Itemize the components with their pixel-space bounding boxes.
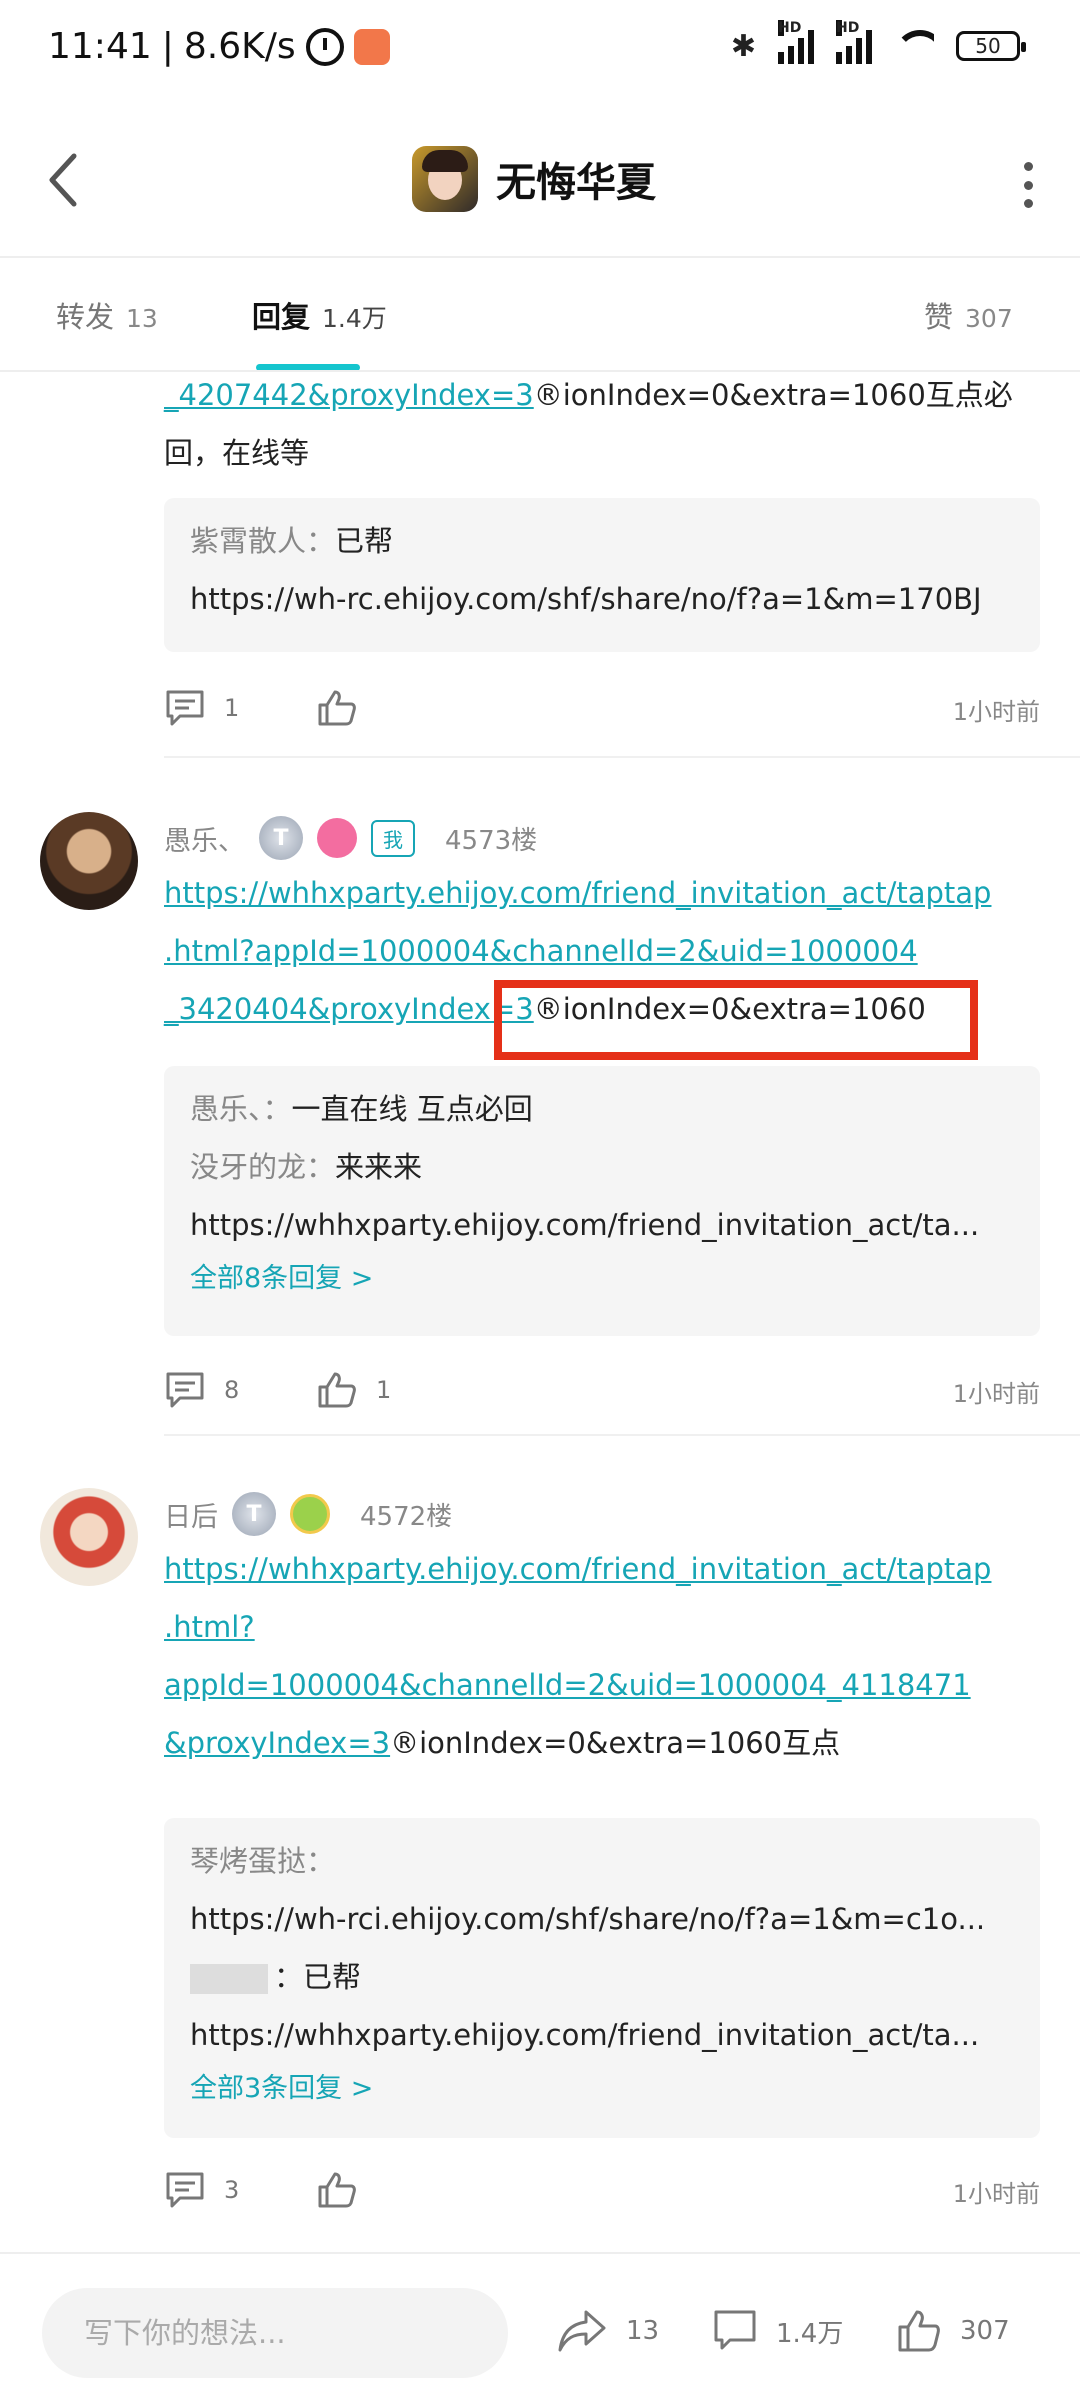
share-button[interactable]: 13 (556, 2308, 659, 2354)
wifi-icon (894, 30, 934, 62)
reply-actions: 1 1小时前 (164, 678, 1040, 738)
comment-icon (166, 2172, 204, 2208)
game-logo-icon (412, 146, 478, 212)
sub-replies-box[interactable]: 愚乐、：一直在线 互点必回 没牙的龙：来来来 https://whhxparty… (164, 1066, 1040, 1336)
like-action[interactable] (316, 688, 358, 728)
sub-replies-box[interactable]: 琴烤蛋挞： https://wh-rci.ehijoy.com/shf/shar… (164, 1818, 1040, 2138)
comments-button[interactable]: 1.4万 (712, 2308, 843, 2354)
view-all-replies-link[interactable]: 全部3条回复 > (190, 2064, 1014, 2114)
more-options-icon[interactable] (1022, 162, 1034, 208)
like-button[interactable]: 307 (896, 2308, 1010, 2354)
header-title-group[interactable]: 无悔华夏 (412, 146, 656, 212)
tab-likes[interactable]: 赞 307 (924, 294, 1013, 336)
app-header: 无悔华夏 (0, 120, 1080, 260)
app-notification-icon (353, 28, 390, 65)
level-badge-icon: T (232, 1492, 276, 1536)
sub-reply: 没牙的龙：来来来 (190, 1150, 423, 1184)
sub-reply: 琴烤蛋挞： (190, 1844, 336, 1878)
network-speed: 8.6K/s (183, 26, 296, 67)
reply-link[interactable]: .html?appId=1000004&channelId=2&uid=1000… (164, 1610, 971, 1702)
thumbs-up-icon (318, 1372, 356, 1408)
comment-action[interactable]: 8 (164, 1370, 239, 1410)
sub-reply: ：已帮 (190, 1948, 1014, 2006)
user-avatar[interactable] (40, 812, 138, 910)
reply-actions: 3 1小时前 (164, 2160, 1040, 2220)
reply-time: 1小时前 (952, 2180, 1040, 2208)
reply-meta: 愚乐、 T 我 4573楼 (164, 816, 537, 860)
status-time: 11:41 (48, 26, 152, 67)
user-avatar[interactable] (40, 1488, 138, 1586)
floor-number: 4572楼 (360, 1501, 453, 1532)
sub-reply: https://whhxparty.ehijoy.com/friend_invi… (190, 1208, 980, 1242)
battery-icon: 50 (956, 31, 1026, 61)
reply-content: _4207442&proxyIndex=3®ionIndex=0&extra=1… (164, 378, 1013, 470)
highlight-box (494, 980, 978, 1060)
status-bar: 11:41 | 8.6K/s ✱ HD HD 50 (0, 0, 1080, 100)
sub-reply: https://wh-rc.ehijoy.com/shf/share/no/f?… (190, 582, 982, 616)
comment-icon (714, 2310, 756, 2350)
reply-link[interactable]: _4207442&proxyIndex=3 (164, 378, 534, 412)
reply-separator (164, 756, 1080, 758)
reply-link[interactable]: https://whhxparty.ehijoy.com/friend_invi… (164, 1552, 991, 1586)
comment-icon (166, 690, 204, 726)
reply-link[interactable]: &proxyIndex=3 (164, 1726, 390, 1760)
like-action[interactable] (316, 2170, 358, 2210)
tab-bar: 转发 13 回复 1.4万 赞 307 (0, 258, 1080, 372)
status-right: ✱ HD HD 50 (730, 20, 1026, 64)
reply-content: https://whhxparty.ehijoy.com/friend_invi… (164, 1552, 992, 1760)
emoji-username-icon[interactable] (190, 1964, 268, 1994)
comment-action[interactable]: 1 (164, 688, 239, 728)
like-action[interactable]: 1 (316, 1370, 391, 1410)
player-badge-icon (317, 818, 357, 858)
reply-link[interactable]: .html?appId=1000004&channelId=2&uid=1000… (164, 934, 918, 968)
tab-replies[interactable]: 回复 1.4万 (252, 294, 387, 336)
page-title: 无悔华夏 (496, 160, 656, 206)
thumbs-up-icon (898, 2310, 940, 2352)
reply-link[interactable]: https://whhxparty.ehijoy.com/friend_invi… (164, 876, 991, 910)
tab-forward[interactable]: 转发 13 (56, 294, 158, 336)
sub-reply: 紫霄散人：已帮 (190, 524, 394, 558)
reply-meta: 日后 T 4572楼 (164, 1492, 452, 1536)
sub-reply: https://wh-rci.ehijoy.com/shf/share/no/f… (190, 1902, 986, 1936)
username[interactable]: 日后 (164, 1495, 218, 1534)
signal-icon-2: HD (836, 20, 872, 64)
sub-replies-box[interactable]: 紫霄散人：已帮 https://wh-rc.ehijoy.com/shf/sha… (164, 498, 1040, 652)
bluetooth-icon: ✱ (730, 28, 756, 64)
comment-input[interactable]: 写下你的想法... (42, 2288, 508, 2378)
back-arrow-icon[interactable] (44, 150, 84, 210)
sub-reply: 愚乐、：一直在线 互点必回 (190, 1092, 533, 1126)
reply-time: 1小时前 (952, 1380, 1040, 1408)
comment-icon (166, 1372, 204, 1408)
level-badge-icon: T (259, 816, 303, 860)
comment-action[interactable]: 3 (164, 2170, 239, 2210)
reply-time: 1小时前 (952, 698, 1040, 726)
sub-reply: https://whhxparty.ehijoy.com/friend_invi… (190, 2018, 980, 2052)
player-badge-icon (290, 1494, 330, 1534)
thumbs-up-icon (318, 690, 356, 726)
alarm-icon (305, 27, 344, 66)
floor-number: 4573楼 (445, 825, 538, 856)
signal-icon: HD (778, 20, 814, 64)
replies-feed[interactable]: _4207442&proxyIndex=3®ionIndex=0&extra=1… (0, 372, 1080, 2252)
username[interactable]: 愚乐、 (164, 819, 245, 858)
me-tag: 我 (371, 819, 415, 857)
view-all-replies-link[interactable]: 全部8条回复 > (190, 1254, 1014, 1304)
status-left: 11:41 | 8.6K/s (48, 26, 390, 67)
thumbs-up-icon (318, 2172, 356, 2208)
bottom-action-bar: 写下你的想法... 13 1.4万 307 (0, 2252, 1080, 2400)
reply-actions: 8 1 1小时前 (164, 1360, 1040, 1420)
share-icon (558, 2310, 606, 2352)
reply-separator (164, 1434, 1080, 1436)
reply-link[interactable]: _3420404&proxyIndex=3 (164, 992, 534, 1026)
